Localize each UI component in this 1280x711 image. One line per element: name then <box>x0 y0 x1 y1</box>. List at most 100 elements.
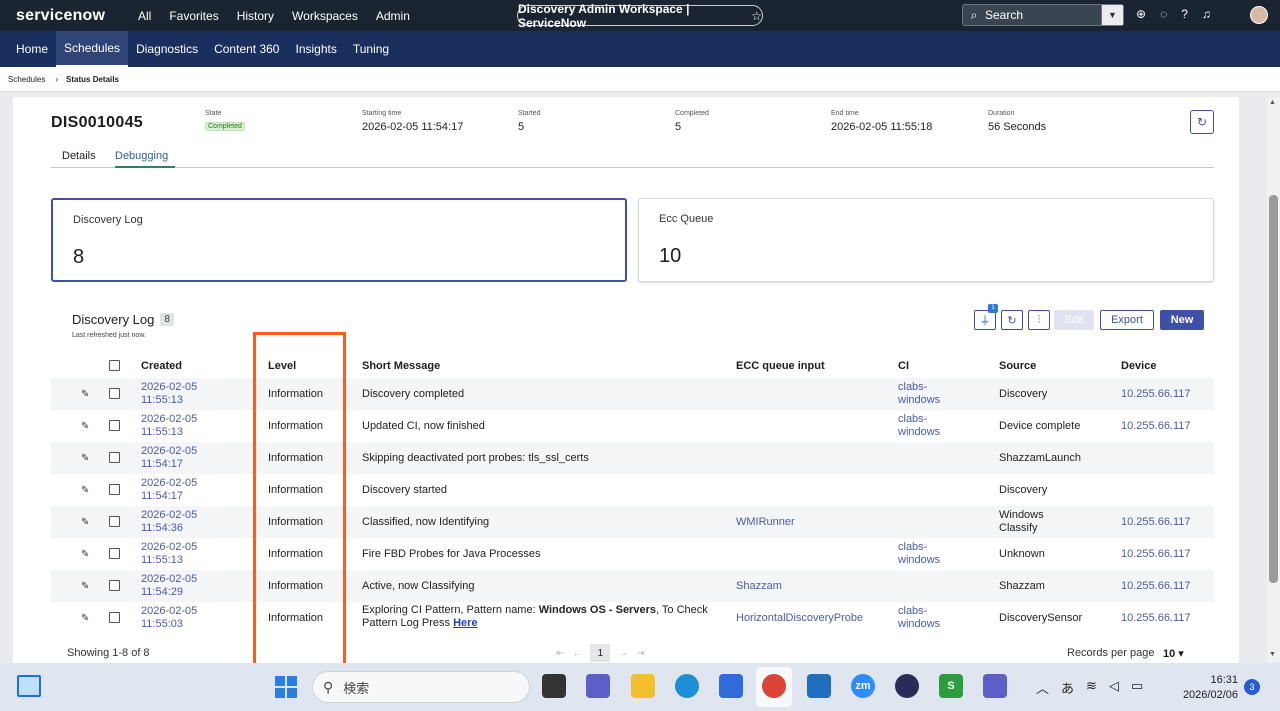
workspace-title-pill[interactable]: Discovery Admin Workspace | ServiceNow ☆ <box>517 2 763 30</box>
created-link[interactable]: 2026-02-05 11:54:17 <box>141 477 197 503</box>
device-link[interactable]: 10.255.66.117 <box>1121 580 1191 593</box>
ci-link[interactable]: clabs-windows <box>898 413 940 439</box>
windows-start-icon[interactable] <box>275 676 297 698</box>
kpi-discovery-log[interactable]: Discovery Log 8 <box>51 198 627 282</box>
ecc-queue-link[interactable]: WMIRunner <box>736 516 795 529</box>
taskbar-search[interactable]: ⚲ 検索 <box>312 671 530 703</box>
user-avatar[interactable] <box>1250 6 1268 24</box>
row-checkbox[interactable] <box>109 484 120 495</box>
row-checkbox[interactable] <box>109 516 120 527</box>
col-source[interactable]: Source <box>999 360 1036 372</box>
clock[interactable]: 16:31 2026/02/06 <box>1170 673 1238 703</box>
ci-link[interactable]: clabs-windows <box>898 605 940 631</box>
ecc-queue-link[interactable]: Shazzam <box>736 580 782 593</box>
edit-pencil-icon[interactable]: ✎ <box>81 453 89 464</box>
here-link[interactable]: Here <box>453 617 477 629</box>
nav-home[interactable]: Home <box>0 31 56 67</box>
chrome-icon[interactable] <box>762 674 786 698</box>
scrollbar-thumb[interactable] <box>1269 195 1278 583</box>
edit-pencil-icon[interactable]: ✎ <box>81 581 89 592</box>
nav-schedules[interactable]: Schedules <box>56 31 129 67</box>
notepad-icon[interactable] <box>807 674 831 698</box>
ecc-queue-link[interactable]: HorizontalDiscoveryProbe <box>736 612 863 625</box>
global-search[interactable]: ⌕ Search ▼ <box>962 4 1124 26</box>
select-all-checkbox[interactable] <box>109 360 120 371</box>
col-ecc-queue-input[interactable]: ECC queue input <box>736 360 825 372</box>
created-link[interactable]: 2026-02-05 11:55:13 <box>141 541 197 567</box>
star-icon[interactable]: ☆ <box>751 9 762 23</box>
col-short-message[interactable]: Short Message <box>362 360 440 372</box>
ci-link[interactable]: clabs-windows <box>898 381 940 407</box>
chevron-up-icon[interactable]: ︿ <box>1036 678 1049 697</box>
row-checkbox[interactable] <box>109 548 120 559</box>
device-link[interactable]: 10.255.66.117 <box>1121 420 1191 433</box>
table-row[interactable]: ✎ 2026-02-05 11:54:17 Information Discovery … <box>51 474 1214 506</box>
file-explorer-icon[interactable] <box>631 674 655 698</box>
edit-pencil-icon[interactable]: ✎ <box>81 389 89 400</box>
ime-indicator[interactable]: あ <box>1061 678 1074 697</box>
kpi-ecc-queue[interactable]: Ecc Queue 10 <box>638 198 1214 282</box>
device-link[interactable]: 10.255.66.117 <box>1121 548 1191 561</box>
created-link[interactable]: 2026-02-05 11:54:29 <box>141 573 197 599</box>
wifi-icon[interactable]: ≋ <box>1086 678 1097 697</box>
edit-pencil-icon[interactable]: ✎ <box>81 485 89 496</box>
filter-button[interactable]: ⏚ <box>974 310 996 330</box>
edge-icon[interactable] <box>675 674 699 698</box>
created-link[interactable]: 2026-02-05 11:54:36 <box>141 509 197 535</box>
task-view-icon[interactable] <box>542 674 566 698</box>
edit-pencil-icon[interactable]: ✎ <box>81 549 89 560</box>
table-row[interactable]: ✎ 2026-02-05 11:54:17 Information Skipping d… <box>51 442 1214 474</box>
export-button[interactable]: Export <box>1100 310 1154 330</box>
widgets-icon[interactable] <box>17 675 41 697</box>
table-row[interactable]: ✎ 2026-02-05 11:55:03 Information Exploring … <box>51 602 1214 634</box>
scroll-up-arrow[interactable]: ▲ <box>1269 99 1276 106</box>
first-page-icon[interactable]: ⇤ <box>556 648 564 659</box>
servicenow-logo[interactable]: servicenow <box>16 7 126 25</box>
menu-favorites[interactable]: Favorites <box>169 9 218 23</box>
created-link[interactable]: 2026-02-05 11:55:13 <box>141 381 197 407</box>
menu-all[interactable]: All <box>138 9 151 23</box>
globe-icon[interactable]: ⊕ <box>1136 7 1146 21</box>
row-checkbox[interactable] <box>109 420 120 431</box>
records-per-page-select[interactable]: 10 ▾ <box>1163 647 1184 660</box>
ci-link[interactable]: clabs-windows <box>898 541 940 567</box>
table-row[interactable]: ✎ 2026-02-05 11:54:29 Information Active, no… <box>51 570 1214 602</box>
next-page-icon[interactable]: → <box>618 648 628 659</box>
chat-app-icon[interactable] <box>586 674 610 698</box>
help-icon[interactable]: ? <box>1181 7 1188 21</box>
eclipse-icon[interactable] <box>895 674 919 698</box>
edit-pencil-icon[interactable]: ✎ <box>81 613 89 624</box>
device-link[interactable]: 10.255.66.117 <box>1121 388 1191 401</box>
nav-insights[interactable]: Insights <box>287 31 344 67</box>
last-page-icon[interactable]: ⇥ <box>636 648 644 659</box>
nav-diagnostics[interactable]: Diagnostics <box>128 31 206 67</box>
row-checkbox[interactable] <box>109 452 120 463</box>
bell-icon[interactable]: ♫ <box>1202 7 1211 21</box>
battery-icon[interactable]: ▭ <box>1131 678 1143 697</box>
edit-pencil-icon[interactable]: ✎ <box>81 421 89 432</box>
teams-icon[interactable] <box>983 674 1007 698</box>
row-checkbox[interactable] <box>109 612 120 623</box>
table-row[interactable]: ✎ 2026-02-05 11:54:36 Information Classified… <box>51 506 1214 538</box>
table-row[interactable]: ✎ 2026-02-05 11:55:13 Information Updated CI… <box>51 410 1214 442</box>
tab-details[interactable]: Details <box>62 150 96 168</box>
new-button[interactable]: New <box>1160 310 1204 330</box>
created-link[interactable]: 2026-02-05 11:54:17 <box>141 445 197 471</box>
tab-debugging[interactable]: Debugging <box>115 150 175 168</box>
created-link[interactable]: 2026-02-05 11:55:13 <box>141 413 197 439</box>
table-row[interactable]: ✎ 2026-02-05 11:55:13 Information Fire FBD P… <box>51 538 1214 570</box>
menu-history[interactable]: History <box>237 9 274 23</box>
zoom-icon[interactable]: zm <box>851 674 875 698</box>
column-settings-button[interactable]: ⫶ <box>1028 310 1050 330</box>
nav-content-360[interactable]: Content 360 <box>206 31 287 67</box>
col-created[interactable]: Created <box>141 360 182 372</box>
created-link[interactable]: 2026-02-05 11:55:03 <box>141 605 197 631</box>
edit-pencil-icon[interactable]: ✎ <box>81 517 89 528</box>
scroll-down-arrow[interactable]: ▼ <box>1269 651 1276 658</box>
nav-tuning[interactable]: Tuning <box>345 31 397 67</box>
col-device[interactable]: Device <box>1121 360 1156 372</box>
spreadsheet-icon[interactable]: S <box>939 674 963 698</box>
page-number[interactable]: 1 <box>590 644 611 662</box>
device-link[interactable]: 10.255.66.117 <box>1121 516 1191 529</box>
device-link[interactable]: 10.255.66.117 <box>1121 612 1191 625</box>
